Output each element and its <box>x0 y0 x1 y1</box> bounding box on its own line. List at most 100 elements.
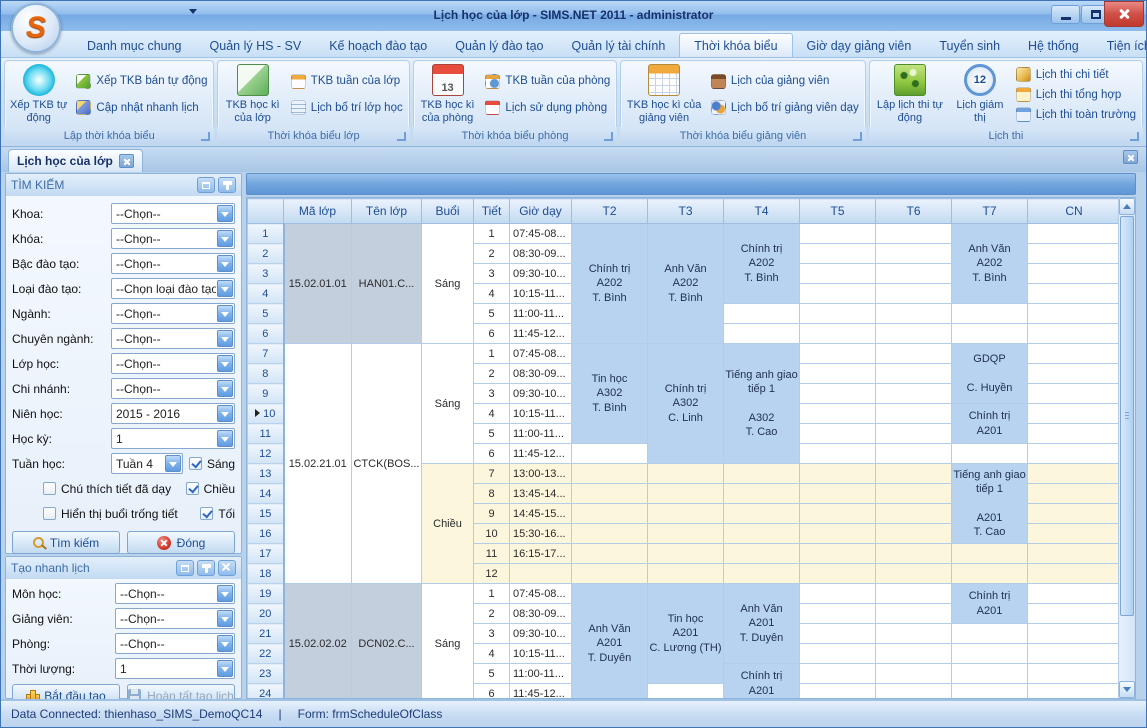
schedule-cell[interactable] <box>800 644 876 664</box>
time-cell[interactable]: 14:45-15... <box>510 504 572 524</box>
workspace-close-button[interactable] <box>1123 150 1138 164</box>
period-cell[interactable]: 4 <box>474 404 510 424</box>
schedule-cell[interactable] <box>952 324 1028 344</box>
schedule-cell[interactable] <box>876 564 952 584</box>
schedule-cell[interactable] <box>1028 664 1121 684</box>
schedule-cell[interactable] <box>1028 224 1121 244</box>
column-header[interactable]: Buổi <box>422 199 474 224</box>
chevron-down-icon[interactable] <box>217 330 233 347</box>
schedule-cell[interactable] <box>876 244 952 264</box>
schedule-cell[interactable] <box>1028 364 1121 384</box>
checkbox-sang[interactable] <box>189 457 202 470</box>
column-header[interactable]: CN <box>1028 199 1121 224</box>
class-code-cell[interactable]: 15.02.01.01 <box>284 224 352 344</box>
dialog-launcher-icon[interactable] <box>853 132 862 141</box>
schedule-cell[interactable] <box>724 304 800 324</box>
time-cell[interactable]: 09:30-10... <box>510 384 572 404</box>
schedule-cell[interactable] <box>876 544 952 564</box>
ribbon-button[interactable]: Lập lịch thi tự động <box>871 62 949 127</box>
schedule-cell[interactable] <box>1028 544 1121 564</box>
schedule-cell[interactable] <box>1028 244 1121 264</box>
class-code-cell[interactable]: 15.02.21.01 <box>284 344 352 584</box>
search-field-dropdown[interactable]: --Chọn-- <box>111 228 235 249</box>
chevron-down-icon[interactable] <box>217 660 233 677</box>
schedule-cell[interactable] <box>800 424 876 444</box>
period-cell[interactable]: 2 <box>474 604 510 624</box>
schedule-cell[interactable] <box>1028 444 1121 464</box>
schedule-cell[interactable] <box>876 384 952 404</box>
menu-tab[interactable]: Danh mục chung <box>73 34 196 57</box>
schedule-cell[interactable] <box>876 404 952 424</box>
session-cell[interactable]: Sáng <box>422 584 474 700</box>
ribbon-button[interactable]: TKB học kì của lớp <box>219 62 285 127</box>
app-logo[interactable]: S <box>11 3 61 53</box>
time-cell[interactable]: 10:15-11... <box>510 644 572 664</box>
schedule-cell[interactable] <box>800 384 876 404</box>
schedule-cell[interactable] <box>724 324 800 344</box>
chevron-down-icon[interactable] <box>217 405 233 422</box>
row-number[interactable]: 8 <box>248 364 284 384</box>
close-button[interactable] <box>1104 1 1144 27</box>
schedule-cell[interactable] <box>876 604 952 624</box>
column-header[interactable] <box>248 199 284 224</box>
period-cell[interactable]: 6 <box>474 684 510 700</box>
scrollbar-thumb[interactable] <box>1120 216 1134 616</box>
chevron-down-icon[interactable] <box>217 585 233 602</box>
menu-tab[interactable]: Kế hoạch đào tạo <box>315 34 441 57</box>
row-number[interactable]: 24 <box>248 684 284 700</box>
schedule-cell[interactable] <box>800 444 876 464</box>
schedule-cell[interactable] <box>572 564 648 584</box>
dialog-launcher-icon[interactable] <box>201 132 210 141</box>
menu-tab[interactable]: Quản lý tài chính <box>557 34 679 57</box>
schedule-cell[interactable] <box>876 364 952 384</box>
schedule-cell[interactable] <box>1028 564 1121 584</box>
close-panel-button[interactable]: Đóng <box>127 531 235 554</box>
class-name-cell[interactable]: DCN02.C... <box>352 584 422 700</box>
schedule-cell[interactable] <box>876 304 952 324</box>
schedule-cell[interactable] <box>572 544 648 564</box>
schedule-cell[interactable] <box>1028 504 1121 524</box>
schedule-cell[interactable] <box>876 344 952 364</box>
checkbox-hien-thi-buoi-trong-tiet[interactable] <box>43 507 56 520</box>
time-cell[interactable]: 08:30-09... <box>510 244 572 264</box>
column-header[interactable]: T4 <box>724 199 800 224</box>
schedule-cell[interactable] <box>800 564 876 584</box>
week-dropdown[interactable]: Tuần 4 <box>111 453 183 474</box>
chevron-down-icon[interactable] <box>217 380 233 397</box>
time-cell[interactable]: 08:30-09... <box>510 604 572 624</box>
schedule-entry[interactable]: Tiếng anh giao tiếp 1 A302 T. Cao <box>724 344 800 464</box>
ribbon-button[interactable]: TKB học kì của giảng viên <box>622 62 706 127</box>
period-cell[interactable]: 4 <box>474 644 510 664</box>
dialog-launcher-icon[interactable] <box>604 132 613 141</box>
column-header[interactable]: T2 <box>572 199 648 224</box>
schedule-cell[interactable] <box>876 504 952 524</box>
search-field-dropdown[interactable]: --Chọn-- <box>111 378 235 399</box>
session-cell[interactable]: Sáng <box>422 344 474 464</box>
schedule-cell[interactable] <box>876 664 952 684</box>
class-name-cell[interactable]: CTCK(BOS... <box>352 344 422 584</box>
period-cell[interactable]: 3 <box>474 264 510 284</box>
menu-tab[interactable]: Tuyển sinh <box>925 34 1014 57</box>
column-header[interactable]: Mã lớp <box>284 199 352 224</box>
row-number[interactable]: 20 <box>248 604 284 624</box>
schedule-cell[interactable] <box>952 564 1028 584</box>
schedule-cell[interactable] <box>800 284 876 304</box>
search-field-dropdown[interactable]: --Chọn-- <box>111 303 235 324</box>
chevron-down-icon[interactable] <box>217 610 233 627</box>
schedule-entry[interactable]: GDQP C. Huyền <box>952 344 1028 404</box>
period-cell[interactable]: 7 <box>474 464 510 484</box>
menu-tab[interactable]: Hệ thống <box>1014 34 1093 57</box>
column-header[interactable]: Tên lớp <box>352 199 422 224</box>
period-cell[interactable]: 12 <box>474 564 510 584</box>
schedule-cell[interactable] <box>800 584 876 604</box>
column-header[interactable]: T5 <box>800 199 876 224</box>
period-cell[interactable]: 3 <box>474 624 510 644</box>
row-number[interactable]: 6 <box>248 324 284 344</box>
row-number[interactable]: 23 <box>248 664 284 684</box>
schedule-cell[interactable] <box>800 624 876 644</box>
row-number[interactable]: 17 <box>248 544 284 564</box>
ribbon-button[interactable]: Lịch của giảng viên <box>711 74 859 89</box>
time-cell[interactable]: 13:45-14... <box>510 484 572 504</box>
chevron-down-icon[interactable] <box>217 205 233 222</box>
period-cell[interactable]: 1 <box>474 584 510 604</box>
